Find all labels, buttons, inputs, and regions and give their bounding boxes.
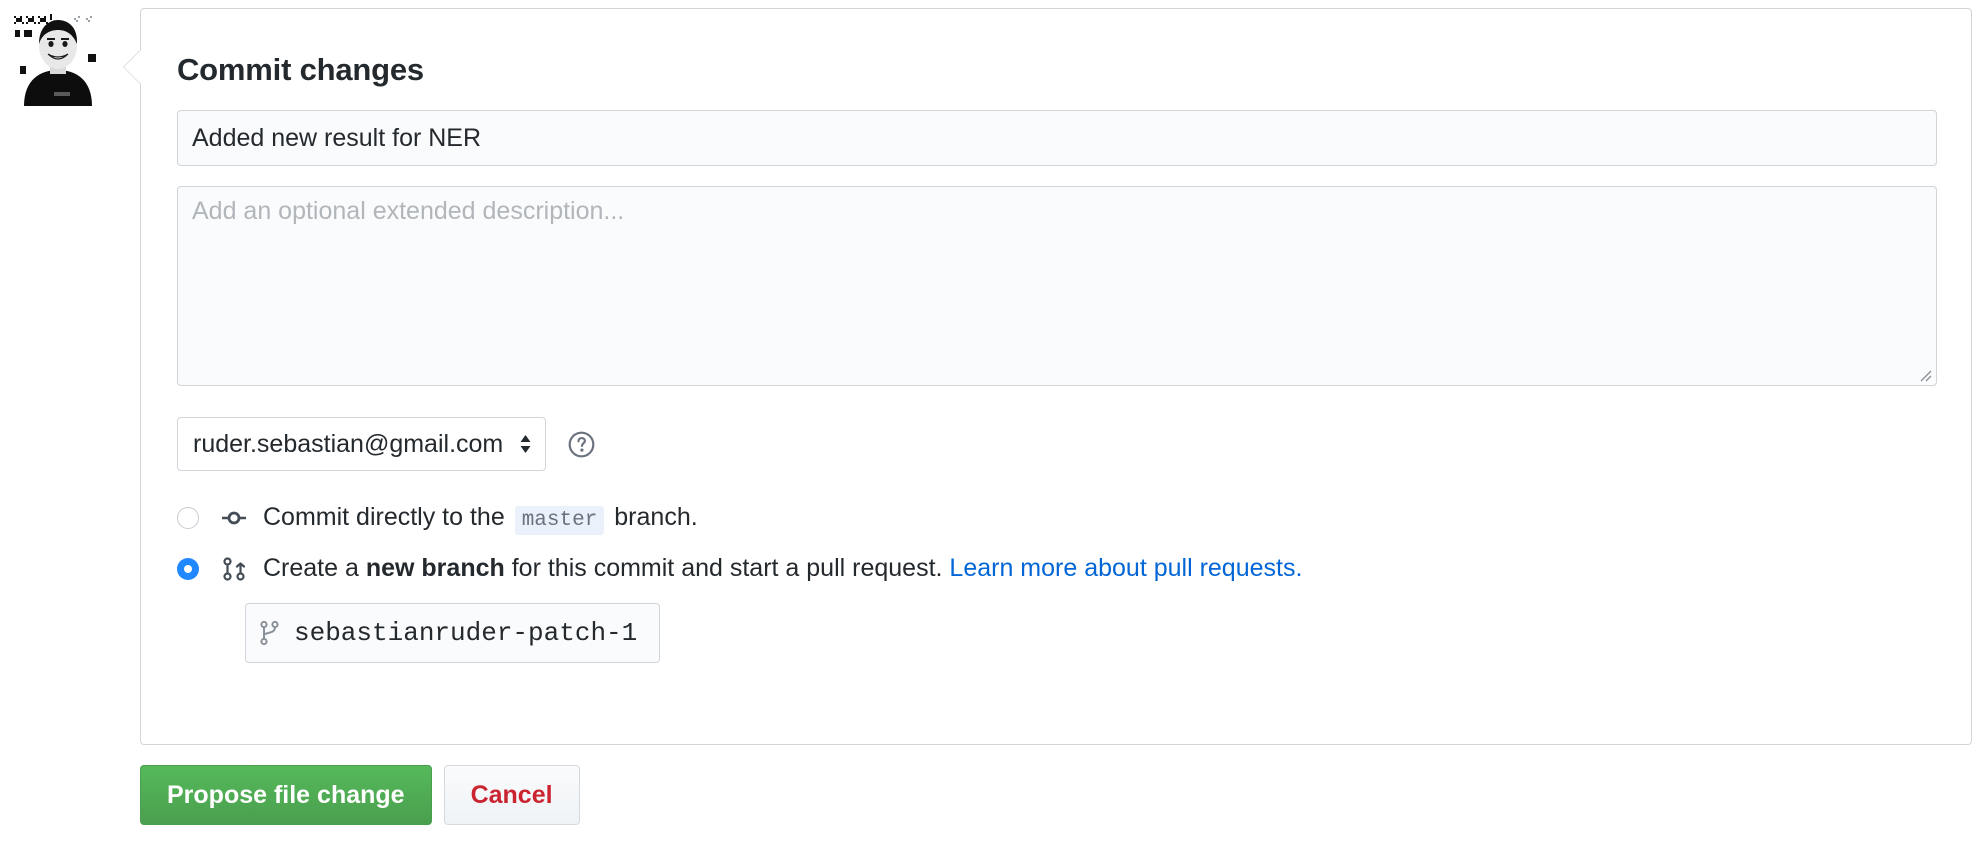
radio-create-new-branch[interactable] xyxy=(177,558,199,580)
commit-description-wrap xyxy=(177,166,1937,386)
new-branch-name-row: sebastianruder-patch-1 xyxy=(245,603,1935,663)
option-new-branch-row[interactable]: Create a new branch for this commit and … xyxy=(177,552,1935,585)
new-branch-name-input[interactable]: sebastianruder-patch-1 xyxy=(245,603,660,663)
commit-email-select[interactable]: ruder.sebastian@gmail.com xyxy=(177,417,546,471)
commit-changes-panel: Commit changes ruder.sebastian@gmail.com xyxy=(140,8,1972,745)
option-commit-directly-label: Commit directly to the master branch. xyxy=(263,501,698,534)
option-new-branch-label: Create a new branch for this commit and … xyxy=(263,552,1302,585)
git-pull-request-icon xyxy=(221,557,247,581)
commit-summary-input[interactable] xyxy=(177,110,1937,166)
new-branch-name-value: sebastianruder-patch-1 xyxy=(294,618,637,648)
new-branch-bold-text: new branch xyxy=(366,554,505,582)
new-branch-text-after: for this commit and start a pull request… xyxy=(512,554,943,582)
master-branch-chip: master xyxy=(515,506,605,535)
callout-arrow-fill xyxy=(124,49,142,85)
email-row: ruder.sebastian@gmail.com xyxy=(177,417,1935,471)
panel-body: Commit changes ruder.sebastian@gmail.com xyxy=(141,9,1971,663)
footer-actions: Propose file change Cancel xyxy=(140,765,580,825)
avatar-container xyxy=(10,10,106,106)
commit-directly-text-before: Commit directly to the xyxy=(263,503,505,531)
chevron-updown-icon xyxy=(519,433,532,455)
question-icon[interactable] xyxy=(568,431,595,458)
commit-target-options: Commit directly to the master branch. xyxy=(177,501,1935,663)
learn-more-pull-requests-link[interactable]: Learn more about pull requests. xyxy=(949,554,1302,582)
commit-description-input[interactable] xyxy=(177,186,1937,386)
page-title: Commit changes xyxy=(177,51,1935,88)
git-branch-icon xyxy=(260,620,280,646)
commit-email-value: ruder.sebastian@gmail.com xyxy=(193,430,503,459)
commit-directly-text-after: branch. xyxy=(614,503,697,531)
avatar[interactable] xyxy=(10,10,106,106)
option-commit-directly-row[interactable]: Commit directly to the master branch. xyxy=(177,501,1935,534)
new-branch-text-before: Create a xyxy=(263,554,359,582)
propose-file-change-button[interactable]: Propose file change xyxy=(140,765,432,825)
radio-commit-directly[interactable] xyxy=(177,507,199,529)
avatar-image xyxy=(10,10,106,106)
cancel-button[interactable]: Cancel xyxy=(444,765,580,825)
git-commit-icon xyxy=(221,510,247,526)
